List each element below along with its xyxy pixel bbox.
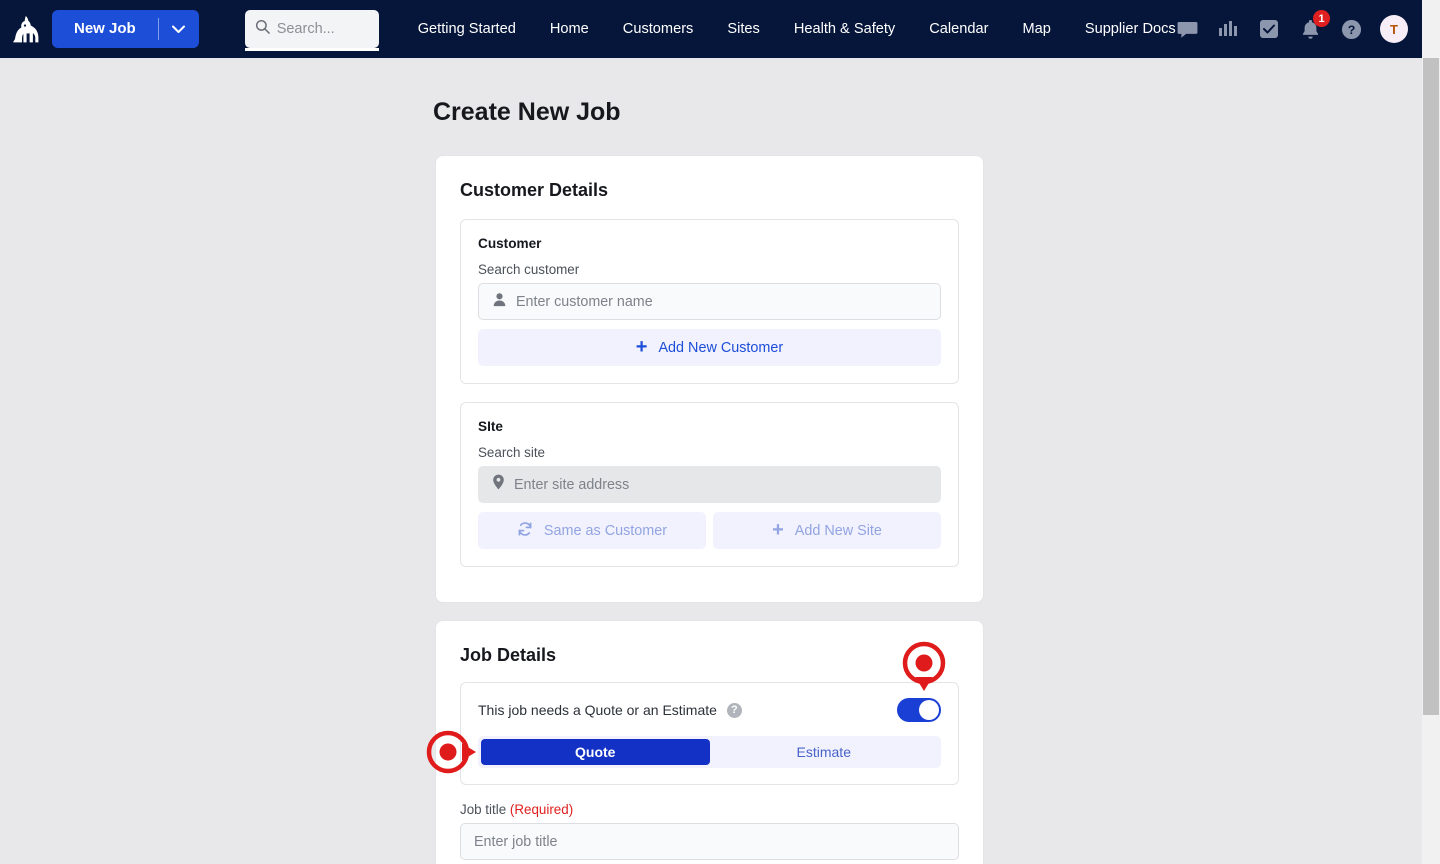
plus-icon: + bbox=[635, 335, 648, 358]
job-title-input[interactable]: Enter job title bbox=[460, 823, 959, 860]
refresh-icon bbox=[517, 521, 533, 541]
nav-calendar[interactable]: Calendar bbox=[912, 0, 1005, 58]
map-pin-icon bbox=[492, 474, 505, 495]
nav-sites[interactable]: Sites bbox=[710, 0, 776, 58]
quote-estimate-segmented-control: Quote Estimate bbox=[478, 736, 941, 768]
nav-getting-started[interactable]: Getting Started bbox=[401, 0, 533, 58]
search-customer-label: Search customer bbox=[478, 262, 580, 277]
top-navigation-bar: New Job Search... Getting Started Home C… bbox=[0, 0, 1422, 58]
notifications-bell-icon[interactable]: 1 bbox=[1298, 10, 1330, 41]
site-buttons-row: Same as Customer + Add New Site bbox=[478, 512, 941, 549]
search-site-label: Search site bbox=[478, 445, 545, 460]
same-as-customer-label: Same as Customer bbox=[543, 522, 668, 539]
vertical-scrollbar-track[interactable] bbox=[1422, 0, 1440, 864]
bar-chart-icon[interactable] bbox=[1216, 17, 1240, 41]
quote-toggle-row: This job needs a Quote or an Estimate ? bbox=[478, 697, 941, 723]
nav-map[interactable]: Map bbox=[1005, 0, 1067, 58]
new-job-button[interactable]: New Job bbox=[52, 10, 158, 48]
app-viewport: New Job Search... Getting Started Home C… bbox=[0, 0, 1440, 864]
toggle-knob bbox=[919, 700, 939, 720]
job-title-label-text: Job title bbox=[460, 802, 507, 817]
chevron-down-icon[interactable] bbox=[159, 10, 199, 48]
nav-supplier-docs[interactable]: Supplier Docs bbox=[1068, 0, 1193, 58]
add-new-site-button[interactable]: + Add New Site bbox=[713, 512, 941, 549]
quote-segment-button[interactable]: Quote bbox=[481, 739, 710, 765]
nav-icon-group: 1 ? T bbox=[1175, 0, 1408, 58]
add-new-customer-button[interactable]: + Add New Customer bbox=[478, 329, 941, 366]
dog-logo-icon[interactable] bbox=[0, 0, 52, 58]
customer-name-placeholder: Enter customer name bbox=[516, 293, 653, 310]
help-circle-icon[interactable]: ? bbox=[726, 702, 742, 718]
page-title: Create New Job bbox=[433, 98, 621, 126]
site-address-placeholder: Enter site address bbox=[514, 476, 630, 493]
avatar[interactable]: T bbox=[1380, 15, 1408, 43]
nav-customers[interactable]: Customers bbox=[606, 0, 711, 58]
notification-badge: 1 bbox=[1313, 10, 1330, 27]
help-circle-icon[interactable]: ? bbox=[1339, 17, 1363, 41]
nav-home[interactable]: Home bbox=[533, 0, 606, 58]
job-title-placeholder: Enter job title bbox=[474, 833, 558, 850]
site-subcard-heading: SIte bbox=[478, 419, 503, 434]
customer-details-heading: Customer Details bbox=[460, 180, 609, 200]
same-as-customer-button[interactable]: Same as Customer bbox=[478, 512, 706, 549]
search-focus-indicator bbox=[244, 48, 379, 51]
job-details-heading: Job Details bbox=[460, 645, 557, 665]
search-input[interactable]: Search... bbox=[244, 10, 379, 51]
estimate-segment-button[interactable]: Estimate bbox=[710, 739, 939, 765]
tasks-checkbox-icon[interactable] bbox=[1257, 17, 1281, 41]
add-new-customer-label: Add New Customer bbox=[658, 339, 784, 356]
person-icon bbox=[492, 292, 507, 312]
quote-estimate-box: This job needs a Quote or an Estimate ? … bbox=[460, 682, 959, 785]
site-address-input[interactable]: Enter site address bbox=[478, 466, 941, 503]
plus-icon: + bbox=[772, 518, 784, 541]
page-content: Create New Job Customer Details Customer… bbox=[0, 58, 1422, 864]
customer-details-card: Customer Details Customer Search custome… bbox=[435, 155, 984, 603]
nav-links: Getting Started Home Customers Sites Hea… bbox=[401, 0, 1193, 58]
nav-health-safety[interactable]: Health & Safety bbox=[777, 0, 912, 58]
job-title-label: Job title (Required) bbox=[436, 785, 983, 817]
quote-toggle-label: This job needs a Quote or an Estimate bbox=[478, 702, 717, 718]
quote-estimate-toggle[interactable] bbox=[897, 698, 941, 722]
svg-text:?: ? bbox=[1347, 23, 1355, 37]
customer-subcard-heading: Customer bbox=[478, 236, 542, 251]
job-details-card: Job Details This job needs a Quote or an… bbox=[435, 620, 984, 864]
search-placeholder: Search... bbox=[276, 21, 335, 37]
new-job-button-group: New Job bbox=[52, 10, 199, 48]
customer-name-input[interactable]: Enter customer name bbox=[478, 283, 941, 320]
vertical-scrollbar-thumb[interactable] bbox=[1423, 58, 1439, 715]
search-icon bbox=[255, 19, 270, 39]
site-subcard: SIte Search site Enter site address Same… bbox=[460, 402, 959, 567]
job-title-required-text: (Required) bbox=[509, 802, 574, 817]
add-new-site-label: Add New Site bbox=[794, 522, 882, 539]
customer-subcard: Customer Search customer Enter customer … bbox=[460, 219, 959, 384]
chat-icon[interactable] bbox=[1175, 17, 1199, 41]
